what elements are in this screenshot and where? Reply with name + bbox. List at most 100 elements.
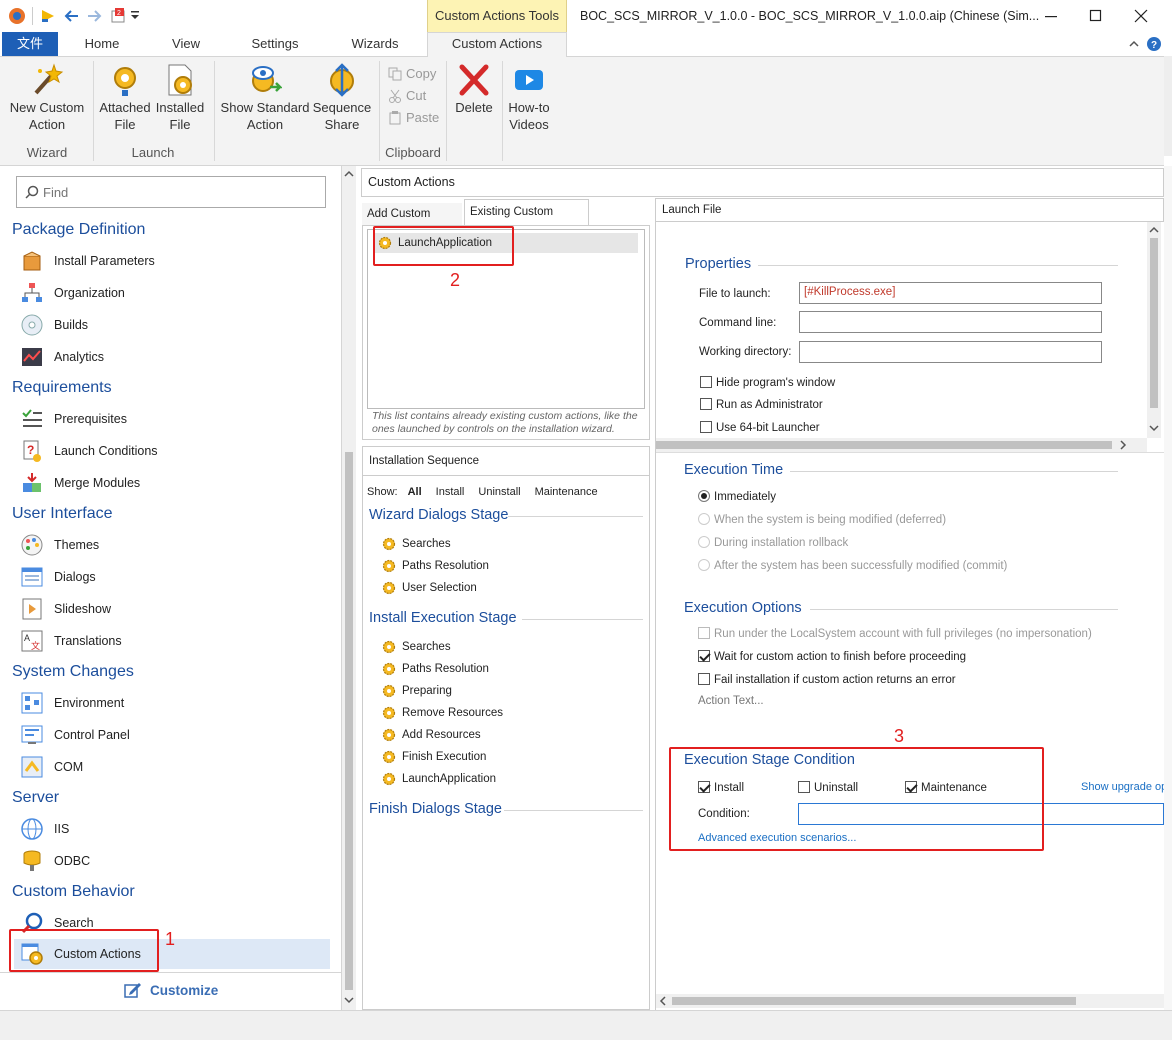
howto-videos-button[interactable]: How-to Videos (504, 63, 554, 133)
tab-existing-custom-actions[interactable]: Existing Custom Actions (464, 199, 589, 242)
filter-install[interactable]: Install (436, 486, 465, 498)
sequence-item[interactable]: Remove Resources (382, 706, 503, 720)
properties-vscrollbar[interactable] (1147, 222, 1161, 438)
forward-arrow-icon[interactable] (86, 8, 102, 24)
sidebar-item-translations[interactable]: A 文 Translations (20, 628, 330, 654)
sidebar-item-dialogs[interactable]: Dialogs (20, 564, 330, 590)
show-standard-action-button[interactable]: Show Standard Action (218, 63, 312, 133)
tab-wizards[interactable]: Wizards (340, 36, 410, 51)
recent-badge-icon[interactable]: 2 (110, 7, 128, 25)
tab-add-custom-action[interactable]: Add Custom Action (362, 203, 462, 242)
properties-hscrollbar[interactable] (656, 438, 1147, 452)
sidebar-item-iis[interactable]: IIS (20, 816, 330, 842)
sidebar-item-com[interactable]: COM (20, 754, 330, 780)
customize-button[interactable]: Customize (124, 982, 218, 998)
show-upgrade-link[interactable]: Show upgrade op (1081, 781, 1164, 793)
wait-finish-checkbox[interactable] (698, 650, 710, 662)
properties-vscroll-thumb[interactable] (1150, 238, 1158, 408)
filter-maintenance[interactable]: Maintenance (535, 486, 598, 498)
back-arrow-icon[interactable] (64, 8, 80, 24)
action-text-link[interactable]: Action Text... (698, 695, 764, 707)
sequence-item[interactable]: Finish Execution (382, 750, 486, 764)
sequence-item[interactable]: Paths Resolution (382, 559, 489, 573)
localsystem-checkbox[interactable] (698, 627, 710, 639)
scroll-down-icon[interactable] (1149, 424, 1159, 432)
sequence-item[interactable]: User Selection (382, 581, 477, 595)
hide-window-checkbox[interactable] (700, 376, 712, 388)
scroll-down-icon[interactable] (344, 996, 354, 1004)
scroll-right-icon[interactable] (1118, 440, 1128, 450)
close-icon[interactable] (1134, 9, 1148, 23)
tab-file[interactable]: 文件 (2, 32, 58, 56)
sequence-item[interactable]: Preparing (382, 684, 452, 698)
sidebar-item-environment[interactable]: Environment (20, 690, 330, 716)
sidebar-item-install-parameters[interactable]: Install Parameters (20, 248, 330, 274)
rollback-option[interactable]: During installation rollback (698, 536, 848, 549)
file-to-launch-input[interactable]: [#KillProcess.exe] (799, 282, 1102, 304)
tab-custom-actions[interactable]: Custom Actions (427, 32, 567, 57)
sidebar-item-builds[interactable]: Builds (20, 312, 330, 338)
sequence-share-button[interactable]: Sequence Share (310, 63, 374, 133)
sidebar-item-analytics[interactable]: Analytics (20, 344, 330, 370)
scroll-left-icon[interactable] (658, 996, 668, 1006)
use-64bit-checkbox[interactable] (700, 421, 712, 433)
help-icon[interactable]: ? (1146, 36, 1162, 52)
search-box[interactable] (16, 176, 326, 208)
hide-window-option[interactable]: Hide program's window (700, 376, 835, 389)
filter-all[interactable]: All (408, 486, 422, 498)
sidebar-item-control-panel[interactable]: Control Panel (20, 722, 330, 748)
sequence-item[interactable]: Searches (382, 640, 451, 654)
command-line-input[interactable] (799, 311, 1102, 333)
sequence-item[interactable]: Searches (382, 537, 451, 551)
right-hscrollbar[interactable] (656, 994, 1164, 1008)
fail-install-checkbox[interactable] (698, 673, 710, 685)
rollback-radio[interactable] (698, 536, 710, 548)
quick-access-dropdown-icon[interactable] (130, 10, 140, 20)
sequence-item[interactable]: LaunchApplication (382, 772, 496, 786)
paste-button[interactable]: Paste (388, 110, 439, 125)
working-dir-input[interactable] (799, 341, 1102, 363)
sidebar-item-odbc[interactable]: ODBC (20, 848, 330, 874)
use-64bit-option[interactable]: Use 64-bit Launcher (700, 421, 820, 434)
sidebar-item-organization[interactable]: Organization (20, 280, 330, 306)
copy-button[interactable]: Copy (388, 66, 436, 81)
sidebar-item-merge-modules[interactable]: Merge Modules (20, 470, 330, 496)
scroll-up-icon[interactable] (344, 170, 354, 178)
deferred-radio[interactable] (698, 513, 710, 525)
sidebar-item-prerequisites[interactable]: Prerequisites (20, 406, 330, 432)
commit-radio[interactable] (698, 559, 710, 571)
properties-hscroll-thumb[interactable] (656, 441, 1112, 449)
search-input[interactable] (43, 184, 313, 200)
sidebar-scroll-thumb[interactable] (345, 452, 353, 990)
maximize-icon[interactable] (1089, 9, 1103, 23)
scroll-up-icon[interactable] (1149, 226, 1159, 234)
right-hscroll-thumb[interactable] (672, 997, 1076, 1005)
new-custom-action-button[interactable]: New Custom Action (6, 63, 88, 133)
sidebar-scrollbar[interactable] (342, 166, 356, 1010)
delete-button[interactable]: Delete (450, 63, 498, 116)
immediately-option[interactable]: Immediately (698, 490, 776, 503)
sidebar-item-themes[interactable]: Themes (20, 532, 330, 558)
collapse-ribbon-icon[interactable] (1128, 38, 1140, 50)
tab-home[interactable]: Home (72, 36, 132, 51)
tab-view[interactable]: View (160, 36, 212, 51)
sequence-item[interactable]: Paths Resolution (382, 662, 489, 676)
minimize-icon[interactable] (1044, 9, 1058, 23)
wait-finish-option[interactable]: Wait for custom action to finish before … (698, 650, 966, 663)
filter-uninstall[interactable]: Uninstall (478, 486, 520, 498)
immediately-radio[interactable] (698, 490, 710, 502)
installed-file-button[interactable]: Installed File (152, 63, 208, 133)
build-icon[interactable] (40, 8, 56, 24)
deferred-option[interactable]: When the system is being modified (defer… (698, 513, 946, 526)
sidebar-item-launch-conditions[interactable]: ? Launch Conditions (20, 438, 330, 464)
sidebar-item-slideshow[interactable]: Slideshow (20, 596, 330, 622)
attached-file-button[interactable]: Attached File (97, 63, 153, 133)
tab-settings[interactable]: Settings (240, 36, 310, 51)
run-as-admin-option[interactable]: Run as Administrator (700, 398, 823, 411)
run-as-admin-checkbox[interactable] (700, 398, 712, 410)
fail-install-option[interactable]: Fail installation if custom action retur… (698, 673, 956, 686)
localsystem-option[interactable]: Run under the LocalSystem account with f… (698, 627, 1092, 640)
cut-button[interactable]: Cut (388, 88, 426, 103)
commit-option[interactable]: After the system has been successfully m… (698, 559, 1007, 572)
sequence-item[interactable]: Add Resources (382, 728, 481, 742)
